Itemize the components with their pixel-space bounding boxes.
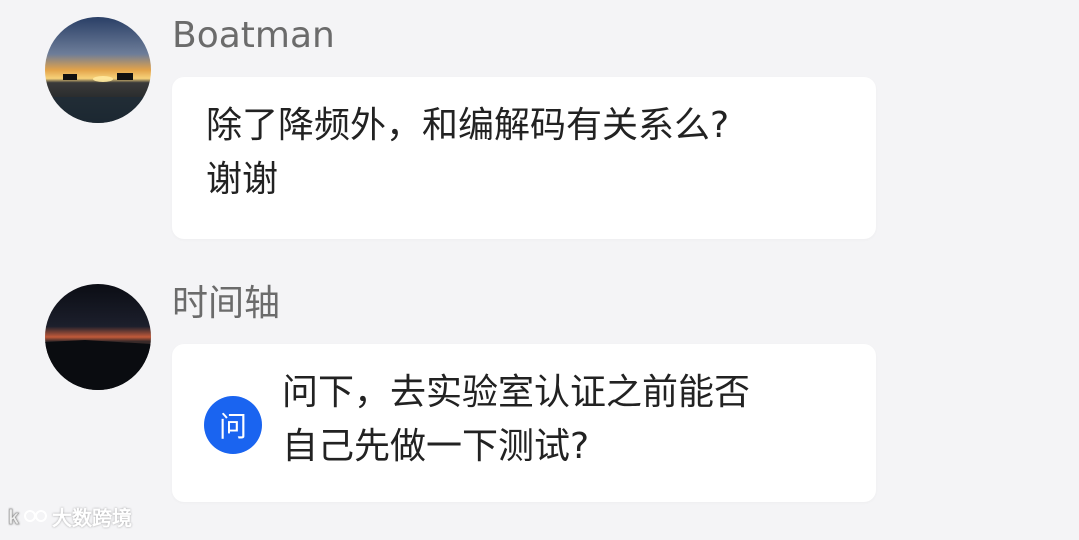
message-bubble: 问 问下，去实验室认证之前能否 自己先做一下测试? <box>172 344 876 502</box>
question-badge: 问 <box>204 396 262 454</box>
dusk-avatar-image <box>45 284 151 390</box>
watermark: k 大数跨境 <box>8 502 132 531</box>
avatar[interactable] <box>45 17 151 123</box>
message-text-line: 除了降频外，和编解码有关系么? <box>206 105 730 146</box>
svg-text:k: k <box>8 507 20 529</box>
message-bubble: 除了降频外，和编解码有关系么? 谢谢 <box>172 77 876 239</box>
message-text-line: 谢谢 <box>206 159 279 200</box>
message-text-line: 问下，去实验室认证之前能否 <box>282 372 751 413</box>
username[interactable]: Boatman <box>172 16 335 56</box>
sunset-avatar-image <box>45 17 151 123</box>
logo-icon: k <box>8 506 47 529</box>
message-text-line: 自己先做一下测试? <box>282 426 590 467</box>
watermark-text: 大数跨境 <box>52 506 132 530</box>
username[interactable]: 时间轴 <box>172 284 280 324</box>
avatar[interactable] <box>45 284 151 390</box>
